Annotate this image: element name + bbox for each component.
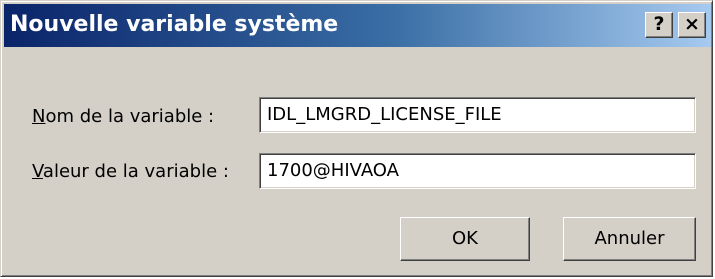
variable-value-label-text: aleur de la variable :	[42, 161, 229, 182]
variable-name-label-text: om de la variable :	[45, 106, 215, 127]
close-button[interactable]: ×	[678, 12, 706, 38]
variable-name-input[interactable]: IDL_LMGRD_LICENSE_FILE	[259, 97, 696, 133]
new-system-variable-dialog: Nouvelle variable système ? × Nom de la …	[0, 0, 713, 277]
ok-button[interactable]: OK	[400, 217, 530, 261]
variable-value-label-accelerator: V	[32, 161, 43, 182]
variable-name-label-accelerator: N	[32, 106, 46, 127]
cancel-button[interactable]: Annuler	[563, 217, 696, 261]
close-icon: ×	[684, 13, 700, 35]
title-bar[interactable]: Nouvelle variable système ? ×	[4, 4, 711, 47]
help-button[interactable]: ?	[645, 12, 673, 38]
variable-name-label: Nom de la variable :	[32, 106, 214, 128]
dialog-title: Nouvelle variable système	[10, 12, 339, 37]
help-icon: ?	[653, 13, 665, 35]
variable-value-input[interactable]: 1700@HIVAOA	[259, 153, 696, 189]
variable-value-label: Valeur de la variable :	[32, 161, 229, 183]
